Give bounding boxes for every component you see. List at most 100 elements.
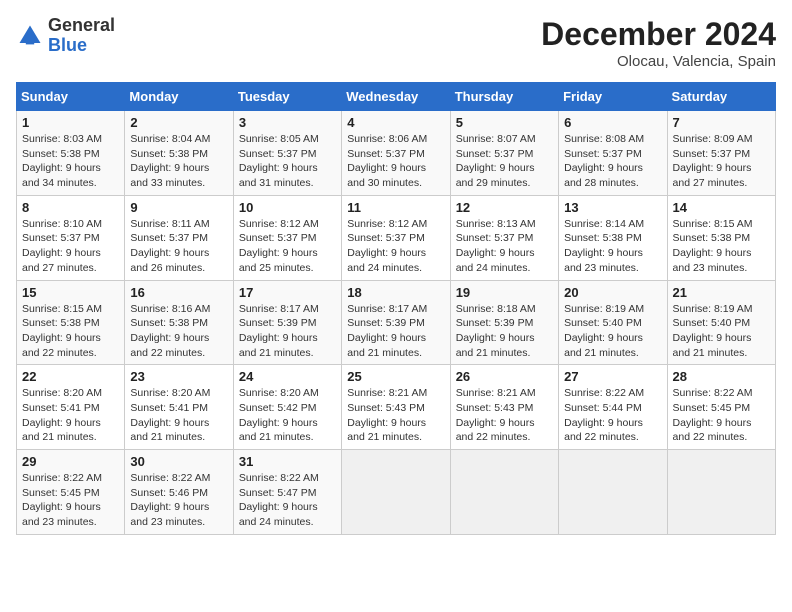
day-detail: Sunrise: 8:22 AM Sunset: 5:45 PM Dayligh… — [673, 386, 770, 445]
day-detail: Sunrise: 8:16 AM Sunset: 5:38 PM Dayligh… — [130, 302, 227, 361]
day-number: 21 — [673, 285, 770, 300]
weekday-header-wednesday: Wednesday — [342, 83, 450, 111]
calendar-cell: 30 Sunrise: 8:22 AM Sunset: 5:46 PM Dayl… — [125, 450, 233, 535]
page-title: December 2024 — [541, 16, 776, 53]
logo-general-text: General — [48, 15, 115, 35]
calendar-cell: 12 Sunrise: 8:13 AM Sunset: 5:37 PM Dayl… — [450, 195, 558, 280]
day-detail: Sunrise: 8:04 AM Sunset: 5:38 PM Dayligh… — [130, 132, 227, 191]
calendar-cell: 8 Sunrise: 8:10 AM Sunset: 5:37 PM Dayli… — [17, 195, 125, 280]
day-detail: Sunrise: 8:05 AM Sunset: 5:37 PM Dayligh… — [239, 132, 336, 191]
weekday-header-sunday: Sunday — [17, 83, 125, 111]
day-detail: Sunrise: 8:19 AM Sunset: 5:40 PM Dayligh… — [564, 302, 661, 361]
day-number: 19 — [456, 285, 553, 300]
calendar-cell: 4 Sunrise: 8:06 AM Sunset: 5:37 PM Dayli… — [342, 111, 450, 196]
day-detail: Sunrise: 8:20 AM Sunset: 5:42 PM Dayligh… — [239, 386, 336, 445]
day-number: 13 — [564, 200, 661, 215]
day-number: 7 — [673, 115, 770, 130]
calendar-week-2: 8 Sunrise: 8:10 AM Sunset: 5:37 PM Dayli… — [17, 195, 776, 280]
day-number: 16 — [130, 285, 227, 300]
day-number: 27 — [564, 369, 661, 384]
calendar-cell: 2 Sunrise: 8:04 AM Sunset: 5:38 PM Dayli… — [125, 111, 233, 196]
calendar-cell: 6 Sunrise: 8:08 AM Sunset: 5:37 PM Dayli… — [559, 111, 667, 196]
calendar-cell: 18 Sunrise: 8:17 AM Sunset: 5:39 PM Dayl… — [342, 280, 450, 365]
calendar-week-3: 15 Sunrise: 8:15 AM Sunset: 5:38 PM Dayl… — [17, 280, 776, 365]
day-number: 3 — [239, 115, 336, 130]
day-detail: Sunrise: 8:06 AM Sunset: 5:37 PM Dayligh… — [347, 132, 444, 191]
calendar-cell: 1 Sunrise: 8:03 AM Sunset: 5:38 PM Dayli… — [17, 111, 125, 196]
day-number: 18 — [347, 285, 444, 300]
day-detail: Sunrise: 8:20 AM Sunset: 5:41 PM Dayligh… — [130, 386, 227, 445]
day-number: 28 — [673, 369, 770, 384]
day-detail: Sunrise: 8:14 AM Sunset: 5:38 PM Dayligh… — [564, 217, 661, 276]
day-number: 31 — [239, 454, 336, 469]
calendar-cell: 13 Sunrise: 8:14 AM Sunset: 5:38 PM Dayl… — [559, 195, 667, 280]
day-detail: Sunrise: 8:11 AM Sunset: 5:37 PM Dayligh… — [130, 217, 227, 276]
day-number: 4 — [347, 115, 444, 130]
day-number: 1 — [22, 115, 119, 130]
calendar-cell: 3 Sunrise: 8:05 AM Sunset: 5:37 PM Dayli… — [233, 111, 341, 196]
day-detail: Sunrise: 8:12 AM Sunset: 5:37 PM Dayligh… — [239, 217, 336, 276]
day-number: 24 — [239, 369, 336, 384]
calendar-cell: 7 Sunrise: 8:09 AM Sunset: 5:37 PM Dayli… — [667, 111, 775, 196]
logo: General Blue — [16, 16, 115, 56]
calendar-cell — [450, 450, 558, 535]
day-detail: Sunrise: 8:17 AM Sunset: 5:39 PM Dayligh… — [239, 302, 336, 361]
day-number: 14 — [673, 200, 770, 215]
day-detail: Sunrise: 8:07 AM Sunset: 5:37 PM Dayligh… — [456, 132, 553, 191]
calendar-cell: 14 Sunrise: 8:15 AM Sunset: 5:38 PM Dayl… — [667, 195, 775, 280]
calendar-cell — [342, 450, 450, 535]
weekday-header-saturday: Saturday — [667, 83, 775, 111]
calendar-cell: 10 Sunrise: 8:12 AM Sunset: 5:37 PM Dayl… — [233, 195, 341, 280]
calendar-cell: 9 Sunrise: 8:11 AM Sunset: 5:37 PM Dayli… — [125, 195, 233, 280]
day-number: 26 — [456, 369, 553, 384]
day-number: 12 — [456, 200, 553, 215]
calendar-cell: 15 Sunrise: 8:15 AM Sunset: 5:38 PM Dayl… — [17, 280, 125, 365]
calendar-header: SundayMondayTuesdayWednesdayThursdayFrid… — [17, 83, 776, 111]
calendar-cell: 16 Sunrise: 8:16 AM Sunset: 5:38 PM Dayl… — [125, 280, 233, 365]
weekday-header-thursday: Thursday — [450, 83, 558, 111]
calendar-cell: 21 Sunrise: 8:19 AM Sunset: 5:40 PM Dayl… — [667, 280, 775, 365]
day-detail: Sunrise: 8:08 AM Sunset: 5:37 PM Dayligh… — [564, 132, 661, 191]
day-number: 11 — [347, 200, 444, 215]
day-detail: Sunrise: 8:22 AM Sunset: 5:47 PM Dayligh… — [239, 471, 336, 530]
weekday-header-tuesday: Tuesday — [233, 83, 341, 111]
day-detail: Sunrise: 8:15 AM Sunset: 5:38 PM Dayligh… — [22, 302, 119, 361]
calendar-body: 1 Sunrise: 8:03 AM Sunset: 5:38 PM Dayli… — [17, 111, 776, 535]
day-detail: Sunrise: 8:22 AM Sunset: 5:46 PM Dayligh… — [130, 471, 227, 530]
calendar-cell — [667, 450, 775, 535]
day-detail: Sunrise: 8:21 AM Sunset: 5:43 PM Dayligh… — [347, 386, 444, 445]
weekday-header-monday: Monday — [125, 83, 233, 111]
calendar-cell: 31 Sunrise: 8:22 AM Sunset: 5:47 PM Dayl… — [233, 450, 341, 535]
calendar-cell: 23 Sunrise: 8:20 AM Sunset: 5:41 PM Dayl… — [125, 365, 233, 450]
day-number: 17 — [239, 285, 336, 300]
calendar-cell: 27 Sunrise: 8:22 AM Sunset: 5:44 PM Dayl… — [559, 365, 667, 450]
day-detail: Sunrise: 8:03 AM Sunset: 5:38 PM Dayligh… — [22, 132, 119, 191]
calendar-cell: 29 Sunrise: 8:22 AM Sunset: 5:45 PM Dayl… — [17, 450, 125, 535]
day-detail: Sunrise: 8:18 AM Sunset: 5:39 PM Dayligh… — [456, 302, 553, 361]
day-detail: Sunrise: 8:12 AM Sunset: 5:37 PM Dayligh… — [347, 217, 444, 276]
day-detail: Sunrise: 8:13 AM Sunset: 5:37 PM Dayligh… — [456, 217, 553, 276]
calendar-week-4: 22 Sunrise: 8:20 AM Sunset: 5:41 PM Dayl… — [17, 365, 776, 450]
day-number: 6 — [564, 115, 661, 130]
weekday-header-friday: Friday — [559, 83, 667, 111]
day-detail: Sunrise: 8:21 AM Sunset: 5:43 PM Dayligh… — [456, 386, 553, 445]
day-detail: Sunrise: 8:20 AM Sunset: 5:41 PM Dayligh… — [22, 386, 119, 445]
calendar-cell: 25 Sunrise: 8:21 AM Sunset: 5:43 PM Dayl… — [342, 365, 450, 450]
calendar-cell: 26 Sunrise: 8:21 AM Sunset: 5:43 PM Dayl… — [450, 365, 558, 450]
day-detail: Sunrise: 8:19 AM Sunset: 5:40 PM Dayligh… — [673, 302, 770, 361]
logo-icon — [16, 22, 44, 50]
day-number: 22 — [22, 369, 119, 384]
day-number: 9 — [130, 200, 227, 215]
logo-blue-text: Blue — [48, 35, 87, 55]
day-number: 30 — [130, 454, 227, 469]
day-number: 23 — [130, 369, 227, 384]
day-number: 10 — [239, 200, 336, 215]
day-detail: Sunrise: 8:09 AM Sunset: 5:37 PM Dayligh… — [673, 132, 770, 191]
day-number: 29 — [22, 454, 119, 469]
calendar-week-5: 29 Sunrise: 8:22 AM Sunset: 5:45 PM Dayl… — [17, 450, 776, 535]
calendar-cell — [559, 450, 667, 535]
calendar-cell: 28 Sunrise: 8:22 AM Sunset: 5:45 PM Dayl… — [667, 365, 775, 450]
day-detail: Sunrise: 8:22 AM Sunset: 5:45 PM Dayligh… — [22, 471, 119, 530]
day-detail: Sunrise: 8:17 AM Sunset: 5:39 PM Dayligh… — [347, 302, 444, 361]
calendar-cell: 22 Sunrise: 8:20 AM Sunset: 5:41 PM Dayl… — [17, 365, 125, 450]
